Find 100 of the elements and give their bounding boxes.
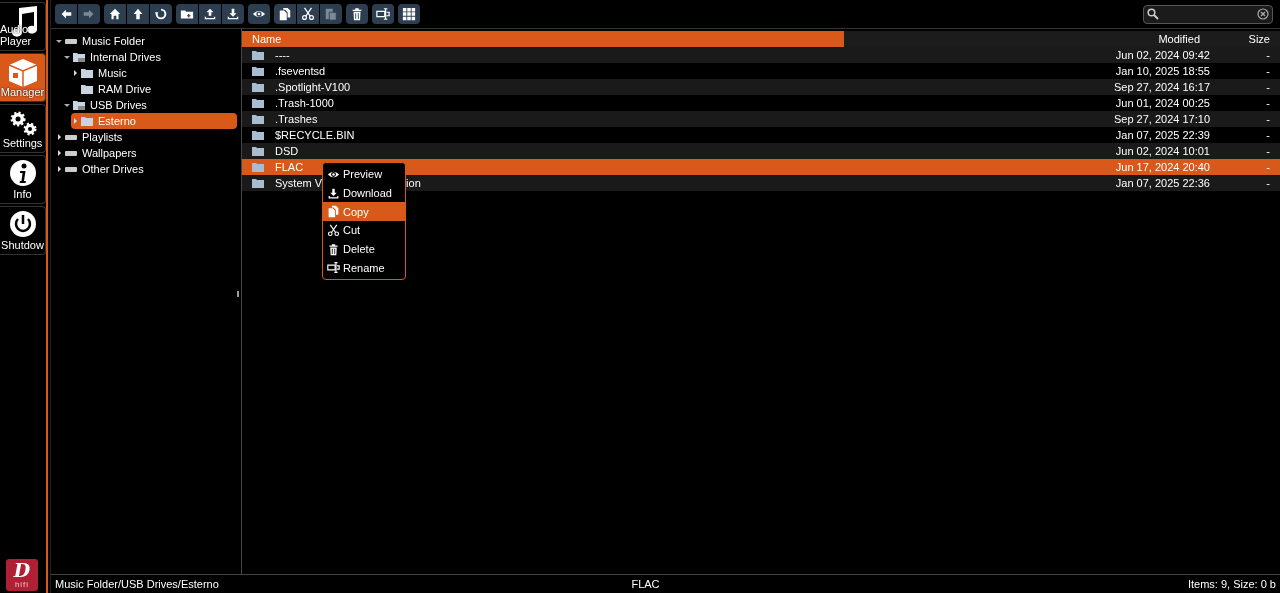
column-header[interactable]: Size — [1206, 31, 1280, 47]
toolbar-button[interactable] — [346, 4, 368, 24]
scissors-icon — [327, 223, 340, 237]
modified-date: Jun 02, 2024 09:42 — [1114, 49, 1211, 61]
file-size: - — [1265, 49, 1271, 61]
toolbar-button[interactable] — [150, 4, 172, 24]
collapse-arrow-icon[interactable] — [55, 37, 63, 45]
file-size: - — [1265, 81, 1271, 93]
tree-item[interactable]: Esterno — [71, 113, 237, 129]
toolbar-button[interactable] — [297, 4, 319, 24]
expand-arrow-icon[interactable] — [55, 165, 63, 173]
back-arrow-icon — [59, 7, 73, 21]
nav-item[interactable]: Shutdow — [0, 206, 46, 255]
toolbar-button[interactable] — [398, 4, 420, 24]
upload-icon — [203, 7, 217, 21]
folder-icon — [252, 66, 264, 76]
modified-date: Jan 07, 2025 22:36 — [1114, 177, 1211, 189]
nav-item[interactable]: Settings — [0, 104, 46, 153]
copy-icon — [278, 7, 292, 21]
search-icon — [1147, 8, 1159, 20]
download-icon — [327, 186, 340, 200]
folder-icon — [73, 100, 85, 110]
folder-icon — [81, 84, 93, 94]
expand-arrow-icon[interactable] — [55, 149, 63, 157]
file-row[interactable]: .Spotlight-V100 Sep 27, 2024 16:17 - — [242, 79, 1280, 95]
home-icon — [108, 7, 122, 21]
collapse-arrow-icon[interactable] — [63, 101, 71, 109]
file-name: .Trashes — [275, 113, 318, 125]
tree-item[interactable]: Wallpapers — [55, 145, 241, 161]
tree-item[interactable]: RAM Drive — [71, 81, 241, 97]
toolbar-button[interactable] — [222, 4, 244, 24]
tree-item[interactable]: Internal Drives — [63, 49, 241, 65]
tree-item[interactable]: Music Folder — [55, 33, 241, 49]
drive-icon — [65, 36, 77, 46]
grid-icon — [402, 7, 416, 21]
scissors-icon — [301, 7, 315, 21]
toolbar-button[interactable] — [176, 4, 198, 24]
file-size: - — [1265, 145, 1271, 157]
expand-arrow-icon[interactable] — [55, 133, 63, 141]
file-row[interactable]: DSD Jun 02, 2024 10:01 - — [242, 143, 1280, 159]
tree-item[interactable]: USB Drives — [63, 97, 241, 113]
folder-icon — [81, 68, 93, 78]
file-size: - — [1265, 129, 1271, 141]
status-summary: Items: 9, Size: 0 b — [1186, 578, 1276, 590]
collapse-arrow-icon[interactable] — [63, 53, 71, 61]
folder-icon — [81, 116, 93, 126]
up-arrow-icon — [131, 7, 145, 21]
forward-arrow-icon — [82, 7, 96, 21]
folder-icon — [252, 178, 264, 188]
file-size: - — [1265, 113, 1271, 125]
nav-item[interactable]: Info — [0, 155, 46, 204]
splitter-handle[interactable] — [237, 291, 239, 297]
status-path: Music Folder/USB Drives/Esterno — [55, 578, 220, 590]
tree-item[interactable]: Other Drives — [55, 161, 241, 177]
file-name: .fseventsd — [275, 65, 326, 77]
file-name: System V — [275, 177, 323, 189]
modified-date: Jan 07, 2025 22:39 — [1114, 129, 1211, 141]
file-size: - — [1265, 177, 1271, 189]
folder-icon — [252, 82, 264, 92]
toolbar-button[interactable] — [248, 4, 270, 24]
modified-date: Sep 27, 2024 17:10 — [1112, 113, 1211, 125]
drive-icon — [65, 132, 77, 142]
toolbar-button[interactable] — [104, 4, 126, 24]
file-row[interactable]: ---- Jun 02, 2024 09:42 - — [242, 47, 1280, 63]
toolbar-button[interactable] — [55, 4, 77, 24]
drive-icon — [65, 164, 77, 174]
folder-icon — [252, 130, 264, 140]
column-header[interactable]: Name — [242, 31, 844, 47]
folder-icon — [252, 114, 264, 124]
modified-date: Sep 27, 2024 16:17 — [1112, 81, 1211, 93]
copy-icon — [327, 205, 340, 219]
trash-icon — [327, 242, 340, 256]
rename-icon — [376, 7, 390, 21]
tree-item[interactable]: Playlists — [55, 129, 241, 145]
logo: D hifi — [6, 559, 38, 591]
nav-item[interactable]: Manager — [0, 53, 46, 102]
tree-item[interactable]: Music — [71, 65, 241, 81]
file-name: .Spotlight-V100 — [275, 81, 351, 93]
menu-item[interactable]: Rename — [323, 258, 405, 278]
file-name: ---- — [275, 49, 290, 61]
file-name: DSD — [275, 145, 299, 157]
menu-item[interactable]: Cut — [323, 221, 405, 240]
folder-icon — [73, 52, 85, 62]
menu-item[interactable]: Delete — [323, 239, 405, 259]
status-selection: FLAC — [630, 578, 661, 590]
file-row[interactable]: .Trashes Sep 27, 2024 17:10 - — [242, 111, 1280, 127]
file-name: FLAC — [275, 161, 304, 173]
toolbar-button[interactable] — [127, 4, 149, 24]
toolbar-button[interactable] — [372, 4, 394, 24]
toolbar-button[interactable] — [199, 4, 221, 24]
column-header[interactable]: Modified — [844, 31, 1206, 47]
folder-icon — [252, 162, 264, 172]
menu-item[interactable]: Copy — [323, 202, 405, 222]
file-size: - — [1265, 97, 1271, 109]
modified-date: Jun 01, 2024 00:25 — [1114, 97, 1211, 109]
toolbar-button[interactable] — [274, 4, 296, 24]
clear-icon[interactable] — [1257, 8, 1269, 20]
expand-arrow-icon[interactable] — [71, 69, 79, 77]
search-field[interactable] — [1143, 4, 1273, 24]
folder-icon — [252, 50, 264, 60]
